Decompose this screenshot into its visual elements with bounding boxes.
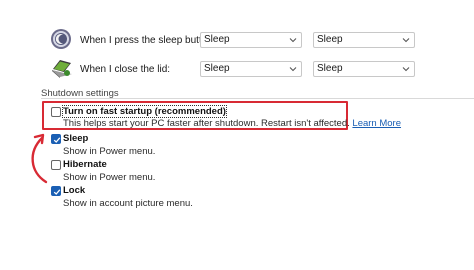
hibernate-option-description: Show in Power menu. [63,172,156,183]
select-value: Sleep [204,63,230,74]
select-value: Sleep [204,34,230,45]
select-value: Sleep [317,34,343,45]
sleep-option-description: Show in Power menu. [63,146,156,157]
fast-startup-desc-text: This helps start your PC faster after sh… [63,118,350,129]
sleep-button-on-battery-select[interactable]: Sleep [200,32,302,48]
checkmark-icon [53,189,61,195]
sleep-button-icon [51,29,71,49]
annotation-arrow-icon [31,133,48,184]
close-lid-label: When I close the lid: [80,64,171,75]
chevron-down-icon [289,67,297,72]
select-value: Sleep [317,63,343,74]
chevron-down-icon [289,38,297,43]
chevron-down-icon [402,67,410,72]
sleep-button-label: When I press the sleep button: [80,35,216,46]
chevron-down-icon [402,38,410,43]
sleep-button-plugged-in-select[interactable]: Sleep [313,32,415,48]
lock-option-description: Show in account picture menu. [63,198,193,209]
close-lid-on-battery-select[interactable]: Sleep [200,61,302,77]
sleep-option-title[interactable]: Sleep [63,133,88,144]
fast-startup-title[interactable]: Turn on fast startup (recommended) [62,105,227,118]
laptop-lid-icon [52,60,72,78]
close-lid-plugged-in-select[interactable]: Sleep [313,61,415,77]
hibernate-option-title[interactable]: Hibernate [63,159,107,170]
learn-more-link[interactable]: Learn More [352,118,401,129]
section-divider [41,98,474,99]
fast-startup-checkbox[interactable] [51,107,61,117]
fast-startup-description: This helps start your PC faster after sh… [63,118,401,129]
lock-option-title[interactable]: Lock [63,185,85,196]
